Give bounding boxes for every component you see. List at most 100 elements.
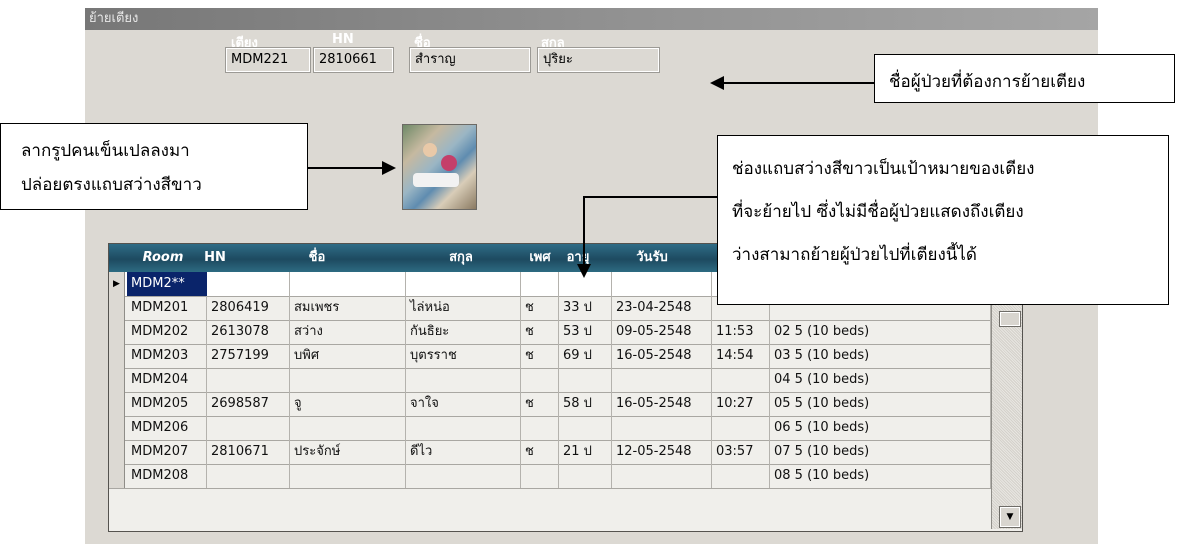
- cell-ward[interactable]: 03 5 (10 beds): [770, 344, 991, 368]
- cell-room[interactable]: MDM202: [127, 320, 207, 344]
- row-selector[interactable]: [109, 344, 125, 368]
- cell-last-name[interactable]: ไล่หน่อ: [406, 296, 521, 320]
- cell-first-name[interactable]: [290, 368, 406, 392]
- cell-sex[interactable]: [521, 464, 559, 488]
- patient-stretcher-image[interactable]: [402, 124, 477, 210]
- cell-admit-date[interactable]: 09-05-2548: [612, 320, 712, 344]
- bed-field[interactable]: MDM221: [225, 47, 311, 73]
- cell-hn[interactable]: 2613078: [207, 320, 290, 344]
- cell-first-name[interactable]: [290, 272, 406, 296]
- cell-last-name[interactable]: จาใจ: [406, 392, 521, 416]
- cell-sex[interactable]: [521, 368, 559, 392]
- table-row[interactable]: MDM208 08 5 (10 beds): [109, 464, 991, 489]
- row-selector[interactable]: [109, 320, 125, 344]
- scroll-thumb[interactable]: [999, 311, 1021, 327]
- table-row[interactable]: MDM204 04 5 (10 beds): [109, 368, 991, 393]
- cell-last-name[interactable]: บุตรราช: [406, 344, 521, 368]
- cell-admit-date[interactable]: [612, 416, 712, 440]
- cell-first-name[interactable]: สว่าง: [290, 320, 406, 344]
- cell-room[interactable]: MDM207: [127, 440, 207, 464]
- cell-admit-time[interactable]: [712, 464, 770, 488]
- cell-sex[interactable]: [521, 272, 559, 296]
- cell-ward[interactable]: 02 5 (10 beds): [770, 320, 991, 344]
- cell-date[interactable]: [612, 272, 712, 296]
- cell-ward[interactable]: 08 5 (10 beds): [770, 464, 991, 488]
- table-row[interactable]: MDM206 06 5 (10 beds): [109, 416, 991, 441]
- cell-sex[interactable]: ช: [521, 320, 559, 344]
- cell-first-name[interactable]: ประจักษ์: [290, 440, 406, 464]
- cell-first-name[interactable]: [290, 416, 406, 440]
- cell-ward[interactable]: 06 5 (10 beds): [770, 416, 991, 440]
- cell-last-name[interactable]: [406, 416, 521, 440]
- cell-sex[interactable]: ช: [521, 392, 559, 416]
- table-row[interactable]: MDM205 2698587 จู จาใจช 58 ป 16-05-2548 10:27 0…: [109, 392, 991, 417]
- row-selector[interactable]: [109, 440, 125, 464]
- cell-first-name[interactable]: บพิศ: [290, 344, 406, 368]
- cell-hn[interactable]: [207, 272, 290, 296]
- cell-age[interactable]: 33 ป: [559, 296, 612, 320]
- cell-admit-date[interactable]: 16-05-2548: [612, 344, 712, 368]
- cell-hn[interactable]: 2698587: [207, 392, 290, 416]
- row-selector[interactable]: [109, 392, 125, 416]
- cell-hn[interactable]: 2810671: [207, 440, 290, 464]
- cell-admit-date[interactable]: [612, 368, 712, 392]
- cell-age[interactable]: 53 ป: [559, 320, 612, 344]
- cell-sex[interactable]: ช: [521, 296, 559, 320]
- cell-room[interactable]: MDM206: [127, 416, 207, 440]
- cell-admit-date[interactable]: 23-04-2548: [612, 296, 712, 320]
- cell-age[interactable]: [559, 368, 612, 392]
- cell-hn[interactable]: 2806419: [207, 296, 290, 320]
- hn-field[interactable]: 2810661: [313, 47, 394, 73]
- cell-admit-time[interactable]: 03:57: [712, 440, 770, 464]
- row-selector[interactable]: [109, 368, 125, 392]
- cell-sex[interactable]: [521, 416, 559, 440]
- vertical-scrollbar[interactable]: ▼: [991, 272, 1022, 529]
- cell-last-name[interactable]: ดีไว: [406, 440, 521, 464]
- cell-ward[interactable]: 04 5 (10 beds): [770, 368, 991, 392]
- cell-last-name[interactable]: กันธิยะ: [406, 320, 521, 344]
- cell-room[interactable]: MDM201: [127, 296, 207, 320]
- cell-room[interactable]: MDM203: [127, 344, 207, 368]
- cell-admit-time[interactable]: 11:53: [712, 320, 770, 344]
- table-row[interactable]: MDM207 2810671 ประจักษ์ ดีไวช 21 ป 12-05-2548…: [109, 440, 991, 465]
- cell-room[interactable]: MDM205: [127, 392, 207, 416]
- cell-ward[interactable]: 05 5 (10 beds): [770, 392, 991, 416]
- cell-first-name[interactable]: [290, 464, 406, 488]
- cell-room[interactable]: MDM208: [127, 464, 207, 488]
- cell-admit-time[interactable]: 14:54: [712, 344, 770, 368]
- cell-last-name[interactable]: [406, 272, 521, 296]
- cell-admit-date[interactable]: [612, 464, 712, 488]
- cell-admit-time[interactable]: [712, 416, 770, 440]
- cell-age[interactable]: [559, 464, 612, 488]
- cell-hn[interactable]: [207, 416, 290, 440]
- last-name-field[interactable]: ปุริยะ: [537, 47, 660, 73]
- cell-admit-time[interactable]: 10:27: [712, 392, 770, 416]
- row-selector[interactable]: [109, 464, 125, 488]
- cell-age[interactable]: [559, 416, 612, 440]
- cell-sex[interactable]: ช: [521, 344, 559, 368]
- cell-hn[interactable]: [207, 464, 290, 488]
- table-row[interactable]: MDM202 2613078 สว่าง กันธิยะช 53 ป 09-05-2548…: [109, 320, 991, 345]
- cell-hn[interactable]: 2757199: [207, 344, 290, 368]
- table-row[interactable]: MDM203 2757199 บพิศ บุตรราชช 69 ป 16-05-2548 1…: [109, 344, 991, 369]
- cell-last-name[interactable]: [406, 368, 521, 392]
- cell-room[interactable]: MDM204: [127, 368, 207, 392]
- cell-admit-date[interactable]: 12-05-2548: [612, 440, 712, 464]
- cell-sex[interactable]: ช: [521, 440, 559, 464]
- scroll-down-button[interactable]: ▼: [999, 506, 1021, 528]
- cell-age[interactable]: 69 ป: [559, 344, 612, 368]
- cell-first-name[interactable]: สมเพชร: [290, 296, 406, 320]
- cell-ward[interactable]: 07 5 (10 beds): [770, 440, 991, 464]
- cell-admit-date[interactable]: 16-05-2548: [612, 392, 712, 416]
- cell-age[interactable]: 21 ป: [559, 440, 612, 464]
- row-selector[interactable]: [109, 416, 125, 440]
- cell-hn[interactable]: [207, 368, 290, 392]
- cell-first-name[interactable]: จู: [290, 392, 406, 416]
- cell-age[interactable]: 58 ป: [559, 392, 612, 416]
- cell-admit-time[interactable]: [712, 368, 770, 392]
- cell-last-name[interactable]: [406, 464, 521, 488]
- row-selector[interactable]: [109, 296, 125, 320]
- new-row-room[interactable]: MDM2**: [127, 272, 207, 296]
- first-name-field[interactable]: สำราญ: [409, 47, 531, 73]
- row-selector-triangle-right-icon[interactable]: ▶: [109, 272, 125, 296]
